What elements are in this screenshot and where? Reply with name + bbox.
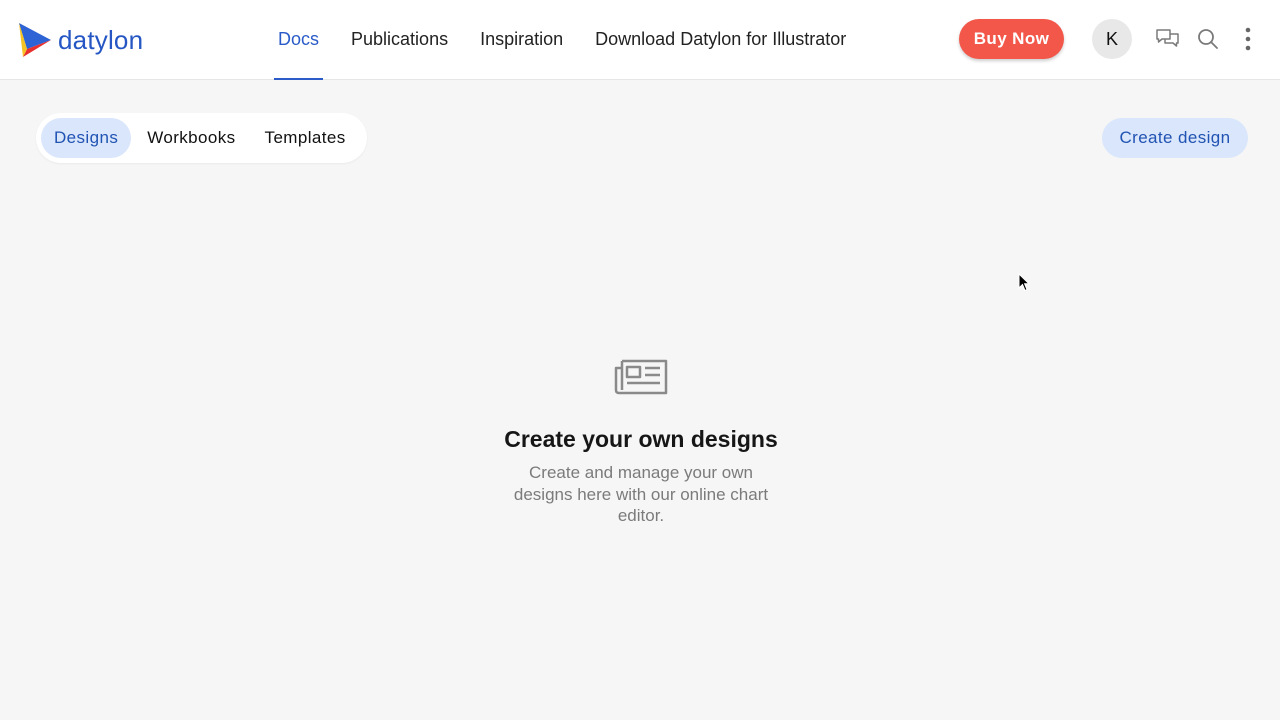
datylon-logo[interactable]: datylon [18, 22, 143, 58]
nav-item-publications[interactable]: Publications [335, 0, 464, 80]
tab-templates[interactable]: Templates [252, 118, 359, 158]
empty-state-title: Create your own designs [504, 426, 778, 452]
empty-state: Create your own designs Create and manag… [490, 358, 792, 527]
tab-designs[interactable]: Designs [41, 118, 132, 158]
search-icon[interactable] [1195, 26, 1221, 52]
buy-now-button[interactable]: Buy Now [959, 19, 1064, 59]
nav-item-download-illustrator[interactable]: Download Datylon for Illustrator [579, 0, 862, 80]
more-vertical-icon[interactable] [1235, 26, 1261, 52]
create-design-button[interactable]: Create design [1102, 118, 1248, 158]
datylon-logo-icon [19, 23, 51, 57]
tab-workbooks[interactable]: Workbooks [134, 118, 248, 158]
empty-state-description: Create and manage your own designs here … [513, 463, 769, 525]
chat-bubbles-icon[interactable] [1155, 26, 1181, 52]
main-nav: Docs Publications Inspiration Download D… [262, 0, 862, 80]
content-type-tabs: Designs Workbooks Templates [36, 113, 367, 163]
nav-item-inspiration[interactable]: Inspiration [464, 0, 579, 80]
newspaper-icon [614, 359, 668, 395]
user-avatar[interactable]: K [1092, 19, 1132, 59]
top-bar: datylon Docs Publications Inspiration Do… [0, 0, 1280, 80]
mouse-cursor-icon [1018, 273, 1030, 292]
brand-name: datylon [58, 25, 144, 55]
nav-item-docs[interactable]: Docs [262, 0, 335, 80]
